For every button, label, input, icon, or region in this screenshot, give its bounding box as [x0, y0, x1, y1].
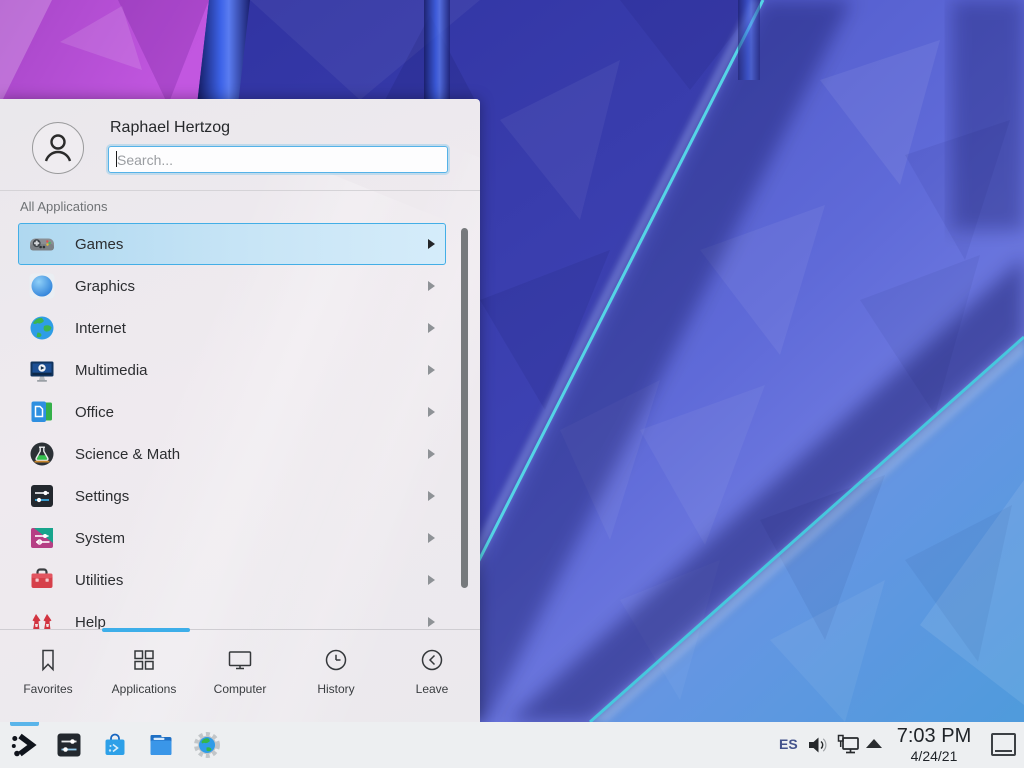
sliders-icon	[27, 481, 57, 511]
taskbar-panel: ES 7:03 PM 4/24/21	[0, 722, 1024, 768]
app-label: Graphics	[75, 278, 428, 295]
dolphin-file-manager-button[interactable]	[147, 731, 175, 759]
submenu-arrow-icon	[428, 575, 435, 585]
submenu-arrow-icon	[428, 323, 435, 333]
app-label: Multimedia	[75, 362, 428, 379]
submenu-arrow-icon	[428, 533, 435, 543]
konqueror-icon	[193, 731, 221, 759]
app-row-multimedia[interactable]: Multimedia	[18, 349, 446, 391]
app-row-utilities[interactable]: Utilities	[18, 559, 446, 601]
leave-icon	[419, 645, 445, 675]
active-tab-indicator	[102, 628, 190, 632]
expand-caret-icon[interactable]	[866, 739, 882, 748]
documents-icon	[27, 397, 57, 427]
app-label: Utilities	[75, 572, 428, 589]
app-label: Office	[75, 404, 428, 421]
system-settings-icon	[55, 731, 83, 759]
app-row-office[interactable]: Office	[18, 391, 446, 433]
app-label: Settings	[75, 488, 428, 505]
kde-launcher-icon	[10, 731, 38, 759]
clock-icon	[323, 645, 349, 675]
app-row-graphics[interactable]: Graphics	[18, 265, 446, 307]
tab-history[interactable]: History	[288, 630, 384, 722]
submenu-arrow-icon	[428, 617, 435, 627]
volume-icon[interactable]	[806, 733, 830, 757]
app-label: Internet	[75, 320, 428, 337]
konqueror-button[interactable]	[193, 731, 221, 759]
search-field-wrap	[108, 146, 448, 173]
bookmark-icon	[35, 645, 61, 675]
clock-date: 4/24/21	[886, 748, 982, 764]
submenu-arrow-icon	[428, 449, 435, 459]
app-label: Science & Math	[75, 446, 428, 463]
keyboard-layout-indicator[interactable]: ES	[779, 736, 798, 752]
tab-leave[interactable]: Leave	[384, 630, 480, 722]
app-row-system[interactable]: System	[18, 517, 446, 559]
tab-label: Leave	[416, 682, 449, 696]
computer-icon	[227, 645, 253, 675]
section-label: All Applications	[20, 199, 107, 214]
submenu-arrow-icon	[428, 365, 435, 375]
user-avatar[interactable]	[32, 122, 84, 174]
user-name: Raphael Hertzog	[110, 119, 230, 137]
gamepad-icon	[27, 229, 57, 259]
network-icon[interactable]	[836, 733, 862, 757]
discover-button[interactable]	[101, 731, 129, 759]
system-sliders-icon	[27, 523, 57, 553]
submenu-arrow-icon	[428, 239, 435, 249]
show-desktop-button[interactable]	[991, 733, 1016, 756]
tab-applications[interactable]: Applications	[96, 630, 192, 722]
list-scrollbar[interactable]	[461, 228, 468, 588]
text-caret	[116, 151, 117, 167]
app-label: Games	[75, 236, 428, 253]
launcher-active-indicator	[10, 722, 39, 726]
app-category-list: Games Graphics	[18, 223, 446, 643]
application-launcher-button[interactable]	[10, 731, 38, 759]
app-label: System	[75, 530, 428, 547]
application-launcher-popup: Raphael Hertzog All Applications	[0, 99, 480, 722]
launcher-tabbar: Favorites Applications C	[0, 629, 480, 722]
toolbox-icon	[27, 565, 57, 595]
tab-computer[interactable]: Computer	[192, 630, 288, 722]
system-settings-button[interactable]	[55, 731, 83, 759]
tab-favorites[interactable]: Favorites	[0, 630, 96, 722]
submenu-arrow-icon	[428, 281, 435, 291]
app-row-settings[interactable]: Settings	[18, 475, 446, 517]
app-row-science-math[interactable]: Science & Math	[18, 433, 446, 475]
tab-label: Favorites	[23, 682, 72, 696]
header-separator	[0, 190, 480, 191]
sphere-icon	[27, 271, 57, 301]
person-icon	[38, 128, 78, 168]
search-input[interactable]	[108, 146, 448, 173]
tab-label: History	[317, 682, 354, 696]
clock-time: 7:03 PM	[886, 724, 982, 748]
tab-label: Computer	[214, 682, 267, 696]
monitor-play-icon	[27, 355, 57, 385]
tab-label: Applications	[112, 682, 177, 696]
digital-clock[interactable]: 7:03 PM 4/24/21	[886, 724, 982, 764]
app-row-internet[interactable]: Internet	[18, 307, 446, 349]
flask-icon	[27, 439, 57, 469]
grid-icon	[131, 645, 157, 675]
discover-icon	[101, 731, 129, 759]
globe-icon	[27, 313, 57, 343]
app-row-games[interactable]: Games	[18, 223, 446, 265]
submenu-arrow-icon	[428, 491, 435, 501]
dolphin-icon	[147, 731, 175, 759]
submenu-arrow-icon	[428, 407, 435, 417]
